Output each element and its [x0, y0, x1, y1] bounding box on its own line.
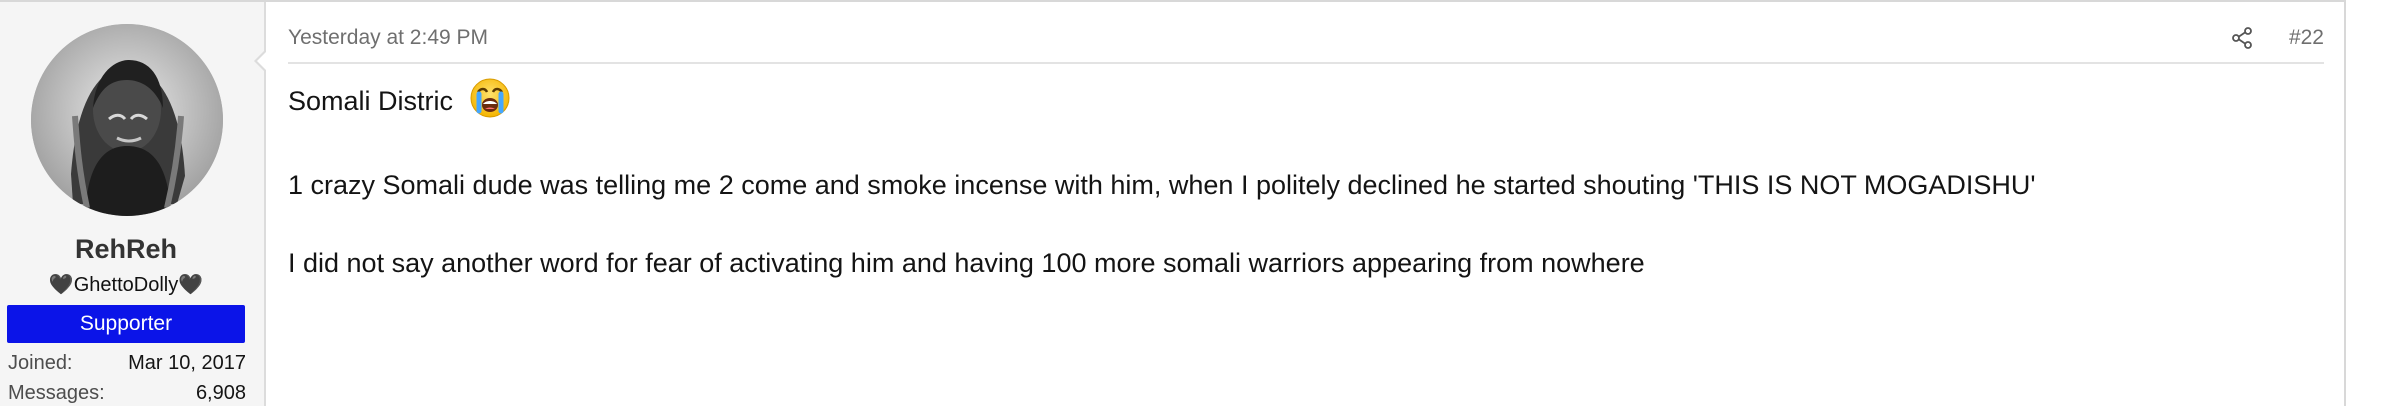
message-line-3: I did not say another word for fear of a…: [288, 248, 1645, 278]
loudly-crying-face-icon: [469, 77, 511, 119]
user-custom-title: 🖤GhettoDolly🖤: [48, 274, 204, 296]
joined-label: Joined:: [8, 352, 73, 374]
share-icon[interactable]: [2230, 26, 2254, 50]
joined-value: Mar 10, 2017: [128, 352, 246, 374]
avatar-photo-icon: [31, 24, 223, 216]
page: RehReh 🖤GhettoDolly🖤 Supporter Joined: M…: [0, 0, 2398, 406]
message-line-1-text: Somali Distric: [288, 86, 454, 116]
post-content: Yesterday at 2:49 PM #22 Somali Distric: [266, 2, 2344, 406]
post-user-cell: RehReh 🖤GhettoDolly🖤 Supporter Joined: M…: [0, 2, 266, 406]
post-number-link[interactable]: #22: [2289, 26, 2324, 50]
post-header: Yesterday at 2:49 PM #22: [288, 24, 2324, 64]
message-line-2: 1 crazy Somali dude was telling me 2 com…: [288, 170, 2036, 200]
message-line-1: Somali Distric: [288, 78, 511, 119]
avatar[interactable]: [31, 24, 223, 216]
messages-value: 6,908: [195, 382, 246, 404]
forum-post: RehReh 🖤GhettoDolly🖤 Supporter Joined: M…: [0, 0, 2346, 406]
messages-label: Messages:: [8, 382, 105, 404]
post-timestamp[interactable]: Yesterday at 2:49 PM: [288, 26, 488, 50]
user-banner: Supporter: [7, 305, 245, 343]
username[interactable]: RehReh: [0, 234, 252, 265]
